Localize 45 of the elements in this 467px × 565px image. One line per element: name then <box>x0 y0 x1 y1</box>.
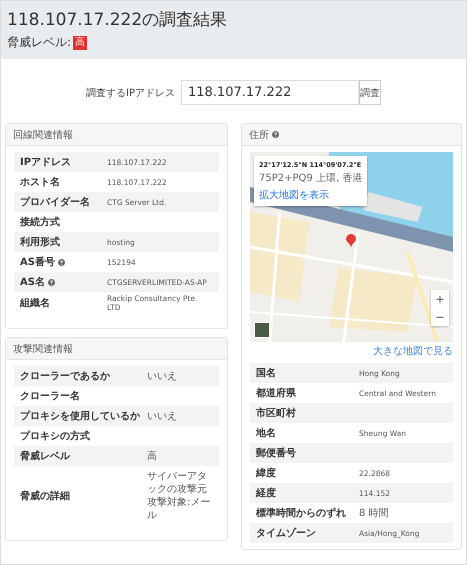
field-label: プロキシを使用しているか <box>20 409 140 423</box>
field-label: 標準時間からのずれ <box>256 506 346 520</box>
ip-address-field[interactable]: 118.107.17.222 <box>180 80 359 105</box>
field-label: ホスト名 <box>20 176 60 189</box>
field-label: AS名 <box>20 276 45 289</box>
field-label: クローラー名 <box>20 390 80 403</box>
field-label: 脅威の詳細 <box>20 490 70 503</box>
field-label: 利用形式 <box>20 236 60 249</box>
field-label: 経度 <box>256 486 276 500</box>
threat-badge: 高 <box>73 36 88 50</box>
zoom-out-button[interactable]: − <box>431 308 449 326</box>
field-label: 都道府県 <box>256 386 296 400</box>
card-title: 回線関連情報 <box>13 128 73 142</box>
field-label: タイムゾーン <box>256 526 316 540</box>
field-value: サイバーアタックの攻撃元 <box>147 470 208 496</box>
field-value: 8 時間 <box>359 506 390 520</box>
map-type-button[interactable] <box>254 322 270 338</box>
field-label: 地名 <box>256 426 276 440</box>
field-label: 緯度 <box>256 466 276 480</box>
field-label: 接続方式 <box>20 215 60 229</box>
search-label: 調査するIPアドレス <box>86 86 175 100</box>
field-label: AS番号 <box>20 256 55 269</box>
field-label: プロバイダー名 <box>20 195 90 209</box>
zoom-in-button[interactable]: + <box>431 290 449 308</box>
card-title: 住所 <box>249 128 269 142</box>
field-value: いいえ <box>147 410 178 422</box>
enlarge-map-link[interactable]: 拡大地図を表示 <box>259 189 329 202</box>
field-label: 脅威レベル <box>20 450 70 463</box>
field-label: 市区町村 <box>256 406 296 420</box>
field-value: 高 <box>147 450 158 462</box>
field-label: IPアドレス <box>20 156 72 169</box>
field-value: 攻撃対象:メール <box>147 496 212 522</box>
field-value: いいえ <box>147 370 178 382</box>
map-pin-icon <box>346 234 356 248</box>
page-title: 118.107.17.222の調査結果 <box>7 9 228 31</box>
field-label: 国名 <box>256 366 276 380</box>
field-label: 郵便番号 <box>256 446 296 460</box>
field-label: プロキシの方式 <box>20 429 90 443</box>
card-title: 攻撃関連情報 <box>13 342 73 356</box>
threat-label: 脅威レベル: <box>7 34 72 51</box>
field-label: 組織名 <box>20 296 50 310</box>
large-map-link[interactable]: 大きな地図で見る <box>250 344 453 358</box>
field-label: クローラーであるか <box>20 370 110 383</box>
plus-code-text: 75P2+PQ9 上環, 香港 <box>259 172 362 185</box>
search-button[interactable]: 調査 <box>358 80 381 105</box>
